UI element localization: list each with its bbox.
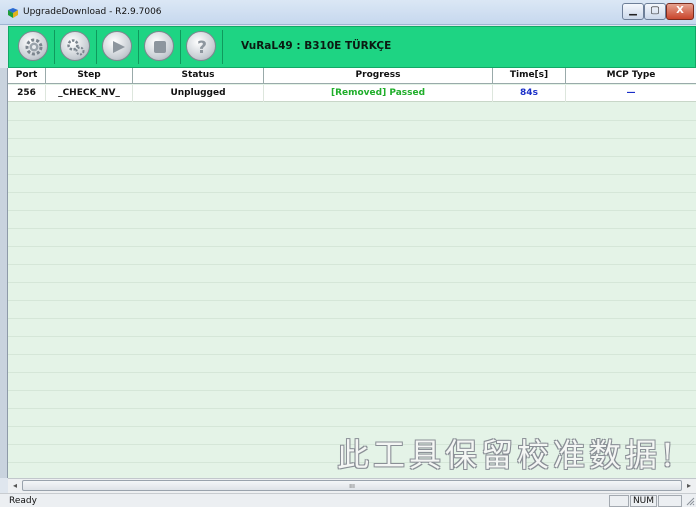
- grid-row-line: [8, 210, 696, 211]
- status-pane-blank: [609, 495, 629, 507]
- grid-row-line: [8, 390, 696, 391]
- grid-row-line: [8, 372, 696, 373]
- grid-row-line: [8, 318, 696, 319]
- play-icon: [113, 41, 125, 53]
- mcp-type-cell: —: [626, 88, 636, 98]
- minimize-button[interactable]: ▁: [622, 3, 644, 20]
- grid-row-line: [8, 300, 696, 301]
- toolbar-divider: [54, 30, 55, 64]
- toolbar-divider: [138, 30, 139, 64]
- status-pane-blank: [658, 495, 682, 507]
- stop-button[interactable]: [144, 31, 174, 61]
- app-icon: [8, 8, 18, 18]
- port-cell: 256: [8, 85, 46, 102]
- toolbar-divider: [96, 30, 97, 64]
- grid-row-line: [8, 120, 696, 121]
- column-header-port[interactable]: Port: [8, 68, 46, 84]
- grid-row-line: [8, 138, 696, 139]
- grid-header: Port Step Status Progress Time[s] MCP Ty…: [8, 68, 696, 84]
- resize-grip-icon[interactable]: [685, 496, 695, 506]
- toolbar: ? VuRaL49 : B310E TÜRKÇE: [8, 26, 696, 68]
- grid-row-line: [8, 174, 696, 175]
- svg-text:?: ?: [197, 38, 207, 58]
- column-header-progress[interactable]: Progress: [264, 68, 493, 84]
- grid-row-line: [8, 192, 696, 193]
- table-row[interactable]: 256 _CHECK_NV_ Unplugged [Removed] Passe…: [8, 85, 696, 102]
- grid-row-line: [8, 264, 696, 265]
- gear-icon: [25, 38, 43, 56]
- progress-cell: [Removed] Passed: [264, 85, 493, 102]
- watermark-text: 此工具保留校准数据!: [337, 436, 678, 474]
- grid-row-line: [8, 336, 696, 337]
- column-header-time[interactable]: Time[s]: [493, 68, 566, 84]
- left-border: [0, 68, 8, 478]
- column-header-step[interactable]: Step: [46, 68, 133, 84]
- toolbar-divider: [180, 30, 181, 64]
- toolbar-divider: [222, 30, 223, 64]
- status-cell: Unplugged: [133, 85, 264, 102]
- status-bar: Ready NUM: [0, 493, 696, 507]
- device-banner: VuRaL49 : B310E TÜRKÇE: [241, 40, 392, 52]
- maximize-button[interactable]: ▢: [644, 3, 666, 20]
- column-header-mcp-type[interactable]: MCP Type: [566, 68, 696, 84]
- time-cell: 84s: [493, 85, 566, 102]
- help-icon: ?: [197, 38, 207, 58]
- stop-icon: [154, 41, 166, 53]
- grid-row-line: [8, 156, 696, 157]
- column-header-status[interactable]: Status: [133, 68, 264, 84]
- horizontal-scrollbar[interactable]: ◂ ııı ▸: [8, 478, 696, 493]
- scrollbar-thumb[interactable]: ııı: [22, 480, 682, 491]
- help-button[interactable]: ?: [186, 31, 216, 61]
- start-button[interactable]: [102, 31, 132, 61]
- scroll-right-arrow-icon[interactable]: ▸: [682, 479, 696, 493]
- step-cell: _CHECK_NV_: [46, 85, 133, 102]
- grid-row-line: [8, 426, 696, 427]
- scroll-left-arrow-icon[interactable]: ◂: [8, 479, 22, 493]
- window-titlebar: UpgradeDownload - R2.9.7006 ▁ ▢ X: [0, 0, 696, 25]
- grid-row-line: [8, 228, 696, 229]
- grid-row-line: [8, 246, 696, 247]
- close-button[interactable]: X: [666, 3, 694, 20]
- gears-icon: [67, 39, 85, 56]
- advanced-settings-button[interactable]: [60, 31, 90, 61]
- grid-row-line: [8, 282, 696, 283]
- status-text: Ready: [9, 496, 37, 506]
- port-grid: Port Step Status Progress Time[s] MCP Ty…: [8, 68, 696, 478]
- window-title: UpgradeDownload - R2.9.7006: [23, 7, 162, 17]
- grid-row-line: [8, 408, 696, 409]
- num-lock-indicator: NUM: [630, 495, 657, 507]
- settings-button[interactable]: [18, 31, 48, 61]
- grid-row-line: [8, 354, 696, 355]
